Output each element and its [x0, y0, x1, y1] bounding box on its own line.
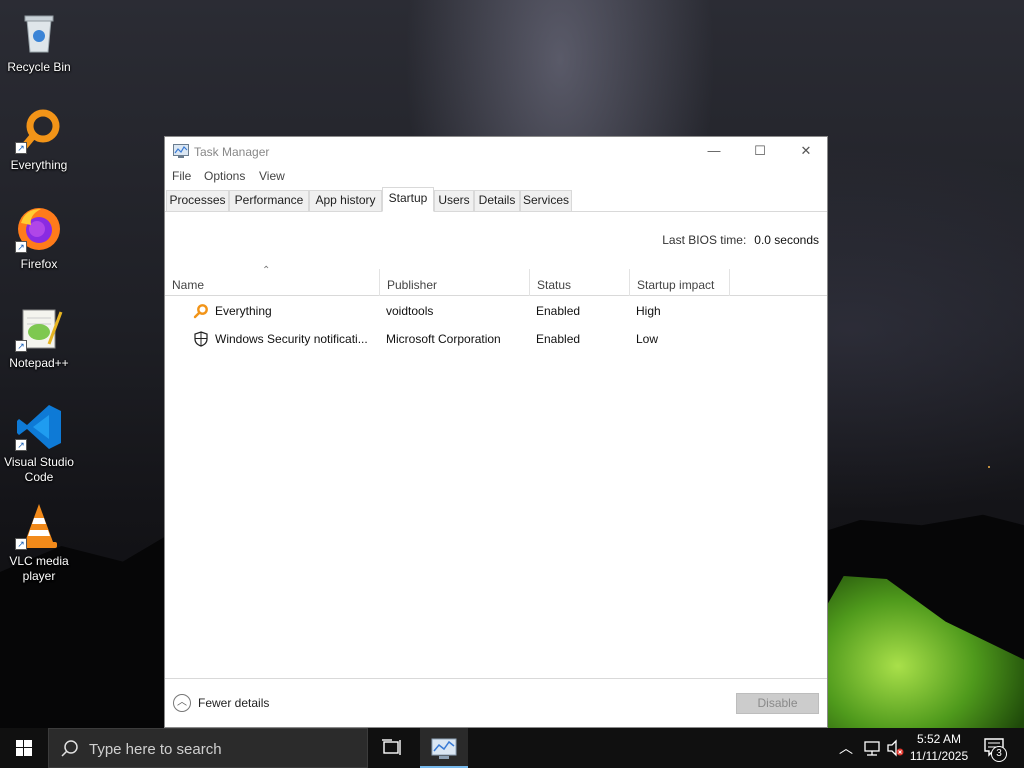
start-button[interactable]: [0, 728, 48, 768]
menu-view[interactable]: View: [259, 169, 285, 183]
maximize-button[interactable]: ☐: [737, 137, 783, 165]
vscode-icon: ↗: [15, 403, 63, 451]
row-publisher: Microsoft Corporation: [386, 332, 501, 346]
star-dot: [988, 466, 990, 468]
tab-startup[interactable]: Startup: [382, 187, 434, 212]
task-manager-window[interactable]: Task Manager — ☐ ✕ File Options View Pro…: [164, 136, 828, 728]
shortcut-arrow-icon: ↗: [15, 538, 27, 550]
close-button[interactable]: ✕: [783, 137, 829, 165]
row-status: Enabled: [536, 304, 581, 318]
menu-file[interactable]: File: [172, 169, 191, 183]
taskbar-task-manager-button[interactable]: [420, 728, 468, 768]
disable-button[interactable]: Disable: [736, 693, 819, 714]
desktop-icon-firefox[interactable]: ↗ Firefox: [1, 205, 77, 272]
menu-options[interactable]: Options: [204, 169, 245, 183]
firefox-icon: ↗: [15, 205, 63, 253]
last-bios-time: Last BIOS time: 0.0 seconds: [662, 233, 819, 247]
clock[interactable]: 5:52 AM 11/11/2025: [906, 728, 972, 768]
everything-search-icon: ↗: [15, 106, 63, 154]
chevron-up-icon[interactable]: ︿: [838, 738, 854, 758]
chevron-up-circle-icon[interactable]: ︿: [173, 694, 191, 712]
desktop-icon-recycle-bin[interactable]: Recycle Bin: [1, 8, 77, 75]
table-header: ⌃ Name Publisher Status Startup impact: [165, 265, 827, 296]
clock-date: 11/11/2025: [909, 749, 969, 763]
column-header-publisher[interactable]: Publisher: [380, 269, 530, 296]
row-status: Enabled: [536, 332, 581, 346]
desktop-icon-notepad-plus-plus[interactable]: ↗ Notepad++: [1, 304, 77, 371]
tab-processes[interactable]: Processes: [166, 190, 229, 211]
fewer-details-link[interactable]: Fewer details: [198, 696, 269, 710]
window-footer: ︿ Fewer details Disable: [165, 678, 827, 728]
desktop-icon-everything[interactable]: ↗ Everything: [1, 106, 77, 173]
row-name: Windows Security notificati...: [215, 332, 368, 346]
notepad-plus-plus-icon: ↗: [15, 304, 63, 352]
window-title: Task Manager: [194, 145, 270, 159]
desktop-icon-label: Firefox: [20, 257, 58, 271]
menu-bar: File Options View: [165, 165, 827, 186]
search-placeholder: Type here to search: [89, 741, 222, 758]
action-center-button[interactable]: 3: [978, 728, 1018, 768]
task-view-icon: [382, 739, 401, 755]
row-name: Everything: [215, 304, 272, 318]
tab-performance[interactable]: Performance: [229, 190, 309, 211]
table-row[interactable]: Everything voidtools Enabled High: [165, 297, 827, 325]
desktop-icon-label: Notepad++: [9, 356, 69, 370]
column-header-status[interactable]: Status: [530, 269, 630, 296]
volume-muted-icon[interactable]: [885, 738, 905, 758]
desktop-icon-label: Visual Studio Code: [4, 455, 74, 484]
row-startup-impact: High: [636, 304, 661, 318]
shortcut-arrow-icon: ↗: [15, 439, 27, 451]
clock-time: 5:52 AM: [916, 732, 962, 746]
shortcut-arrow-icon: ↗: [15, 241, 27, 253]
tab-app-history[interactable]: App history: [309, 190, 382, 211]
desktop-icon-label: VLC media player: [9, 554, 69, 583]
column-header-name[interactable]: Name: [165, 269, 380, 296]
shield-icon: [193, 331, 209, 347]
notification-count-badge: 3: [991, 746, 1007, 762]
tab-users[interactable]: Users: [434, 190, 474, 211]
shortcut-arrow-icon: ↗: [15, 340, 27, 352]
task-manager-icon: [173, 144, 189, 158]
network-icon[interactable]: [862, 738, 882, 758]
task-view-button[interactable]: [368, 728, 416, 768]
shortcut-arrow-icon: ↗: [15, 142, 27, 154]
bios-label: Last BIOS time:: [662, 233, 747, 247]
everything-search-icon: [193, 303, 209, 319]
title-bar[interactable]: Task Manager — ☐ ✕: [165, 137, 827, 165]
recycle-bin-icon: [15, 8, 63, 56]
desktop-icon-vscode[interactable]: ↗ Visual Studio Code: [1, 403, 77, 485]
task-manager-icon: [431, 738, 457, 759]
taskbar-search-box[interactable]: Type here to search: [48, 728, 368, 768]
vlc-icon: ↗: [15, 502, 63, 550]
bios-value: 0.0 seconds: [754, 233, 819, 247]
row-startup-impact: Low: [636, 332, 659, 346]
windows-logo-icon: [16, 740, 32, 756]
tab-services[interactable]: Services: [520, 190, 572, 211]
desktop-icon-label: Recycle Bin: [7, 60, 71, 74]
tab-details[interactable]: Details: [474, 190, 520, 211]
minimize-button[interactable]: —: [691, 137, 737, 165]
taskbar: Type here to search ︿ 5:52 AM 11/11/2025: [0, 728, 1024, 768]
tab-strip: Processes Performance App history Startu…: [165, 186, 827, 212]
row-publisher: voidtools: [386, 304, 434, 318]
table-row[interactable]: Windows Security notificati... Microsoft…: [165, 325, 827, 353]
column-header-startup-impact[interactable]: Startup impact: [630, 269, 730, 296]
search-icon: [61, 740, 78, 757]
desktop-icon-label: Everything: [10, 158, 68, 172]
desktop-icon-vlc[interactable]: ↗ VLC media player: [1, 502, 77, 584]
